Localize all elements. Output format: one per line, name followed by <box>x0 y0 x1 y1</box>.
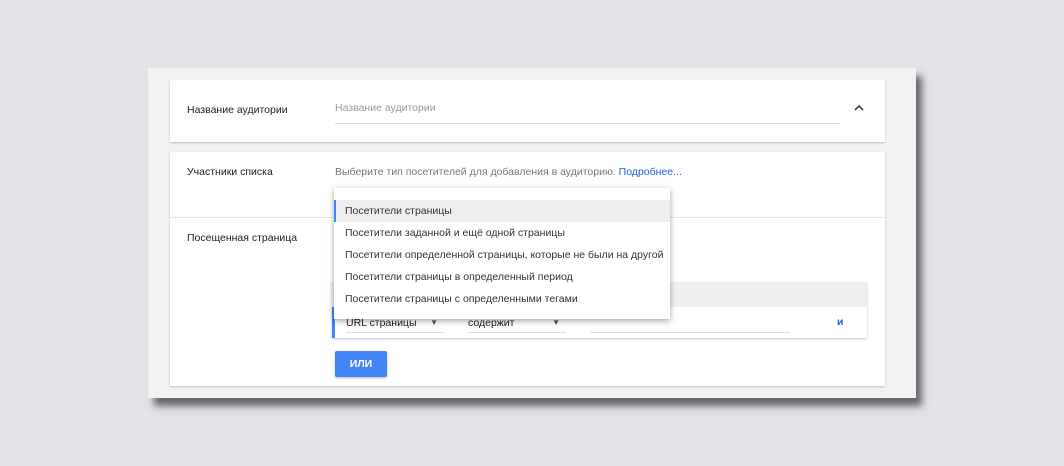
or-button[interactable]: ИЛИ <box>335 351 387 377</box>
and-link[interactable]: и <box>837 316 843 328</box>
learn-more-link[interactable]: Подробнее... <box>619 166 682 178</box>
dropdown-item-page-visitors[interactable]: Посетители страницы <box>334 200 670 222</box>
audience-name-card: Название аудитории Название аудитории <box>170 80 885 142</box>
dropdown-item-page-tags[interactable]: Посетители страницы с определенными тега… <box>334 288 670 310</box>
visited-page-label: Посещенная страница <box>187 232 298 244</box>
dropdown-item-page-and-another[interactable]: Посетители заданной и ещё одной страницы <box>334 222 670 244</box>
list-members-description: Выберите тип посетителей для добавления … <box>335 166 682 178</box>
list-members-label: Участники списка <box>187 166 273 178</box>
members-description-text: Выберите тип посетителей для добавления … <box>335 166 616 178</box>
visitor-type-dropdown: Посетители страницы Посетители заданной … <box>334 188 670 319</box>
audience-name-label: Название аудитории <box>187 104 288 116</box>
audience-name-input[interactable]: Название аудитории <box>335 100 840 124</box>
dropdown-item-page-period[interactable]: Посетители страницы в определенный перио… <box>334 266 670 288</box>
chevron-up-icon[interactable] <box>854 100 864 114</box>
dropdown-item-page-not-other[interactable]: Посетители определенной страницы, которы… <box>334 244 670 266</box>
